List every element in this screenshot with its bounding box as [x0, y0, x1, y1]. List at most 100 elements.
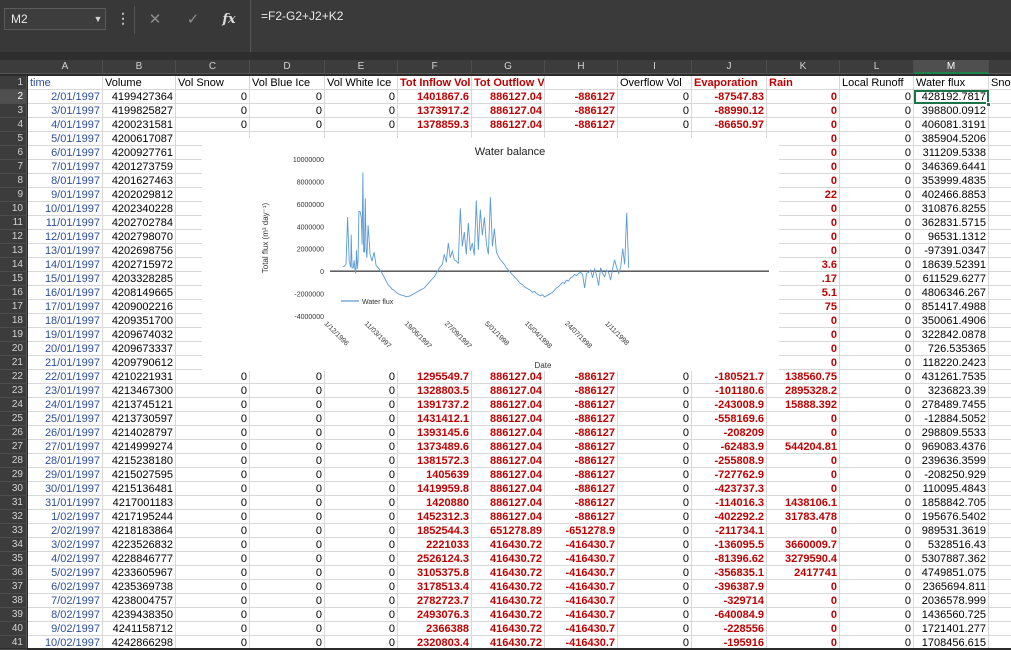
- table-cell[interactable]: 0: [250, 580, 325, 594]
- table-cell[interactable]: 138560.75: [767, 370, 840, 384]
- table-cell[interactable]: -114016.3: [692, 496, 767, 510]
- table-cell[interactable]: 5/02/1997: [28, 566, 103, 580]
- row-header-25[interactable]: 25: [0, 412, 27, 426]
- table-cell[interactable]: 13/01/1997: [28, 244, 103, 258]
- table-cell[interactable]: 27/01/1997: [28, 440, 103, 454]
- table-cell[interactable]: 0: [840, 398, 914, 412]
- table-cell[interactable]: 0: [618, 440, 692, 454]
- column-header-I[interactable]: I: [618, 60, 692, 74]
- table-cell[interactable]: 4202715972: [103, 258, 176, 272]
- table-cell[interactable]: -228556: [692, 622, 767, 636]
- table-cell[interactable]: 0: [176, 496, 250, 510]
- table-cell[interactable]: 0: [176, 370, 250, 384]
- table-cell[interactable]: 4215238180: [103, 454, 176, 468]
- table-cell[interactable]: 0: [618, 398, 692, 412]
- table-cell[interactable]: 0: [325, 384, 398, 398]
- table-cell[interactable]: 0: [176, 580, 250, 594]
- table-cell[interactable]: 1393145.6: [398, 426, 472, 440]
- table-cell[interactable]: 4217195244: [103, 510, 176, 524]
- table-cell[interactable]: 0: [250, 538, 325, 552]
- table-cell[interactable]: 851417.4988: [914, 300, 989, 314]
- table-cell[interactable]: 322842.0878: [914, 328, 989, 342]
- table-cell[interactable]: -727762.9: [692, 468, 767, 482]
- table-cell[interactable]: 0: [840, 482, 914, 496]
- column-title[interactable]: Sno: [989, 76, 1011, 90]
- table-cell[interactable]: -558169.6: [692, 412, 767, 426]
- table-cell[interactable]: 0: [250, 608, 325, 622]
- table-cell[interactable]: 1401867.6: [398, 90, 472, 104]
- table-cell[interactable]: 0: [176, 440, 250, 454]
- table-cell[interactable]: 1419959.8: [398, 482, 472, 496]
- row-header-9[interactable]: 9: [0, 188, 27, 202]
- table-cell[interactable]: 4217001183: [103, 496, 176, 510]
- table-cell[interactable]: 1373917.2: [398, 104, 472, 118]
- table-cell[interactable]: 0: [618, 636, 692, 648]
- table-cell[interactable]: 6/02/1997: [28, 580, 103, 594]
- table-cell[interactable]: 0: [250, 118, 325, 132]
- table-cell[interactable]: 0: [767, 104, 840, 118]
- table-cell[interactable]: 1452312.3: [398, 510, 472, 524]
- fill-handle[interactable]: [986, 102, 991, 107]
- table-cell[interactable]: 0: [840, 160, 914, 174]
- table-cell[interactable]: 17/01/1997: [28, 300, 103, 314]
- table-cell[interactable]: 18639.52391: [914, 258, 989, 272]
- table-cell[interactable]: 0: [618, 566, 692, 580]
- table-cell[interactable]: 0: [618, 594, 692, 608]
- fx-icon[interactable]: fx: [217, 9, 241, 31]
- table-cell[interactable]: 0: [840, 132, 914, 146]
- table-cell[interactable]: -886127: [545, 384, 618, 398]
- table-cell[interactable]: 4202702784: [103, 216, 176, 230]
- table-cell[interactable]: -396387.9: [692, 580, 767, 594]
- table-cell[interactable]: 4238004757: [103, 594, 176, 608]
- table-cell[interactable]: 23/01/1997: [28, 384, 103, 398]
- table-cell[interactable]: 0: [840, 510, 914, 524]
- table-cell[interactable]: -416430.7: [545, 552, 618, 566]
- row-header-29[interactable]: 29: [0, 468, 27, 482]
- table-cell[interactable]: 0: [618, 510, 692, 524]
- table-cell[interactable]: 0: [840, 566, 914, 580]
- table-cell[interactable]: 12/01/1997: [28, 230, 103, 244]
- check-icon[interactable]: ✓: [181, 9, 205, 31]
- table-cell[interactable]: -416430.7: [545, 580, 618, 594]
- table-cell[interactable]: 24/01/1997: [28, 398, 103, 412]
- table-cell[interactable]: 0: [840, 580, 914, 594]
- table-cell[interactable]: 31/01/1997: [28, 496, 103, 510]
- table-cell[interactable]: 4202798070: [103, 230, 176, 244]
- table-cell[interactable]: 5328516.43: [914, 538, 989, 552]
- table-cell[interactable]: 0: [767, 608, 840, 622]
- table-cell[interactable]: 0: [618, 524, 692, 538]
- table-cell[interactable]: 0: [767, 482, 840, 496]
- row-header-3[interactable]: 3: [0, 104, 27, 118]
- table-cell[interactable]: 0: [250, 384, 325, 398]
- table-cell[interactable]: 4199825827: [103, 104, 176, 118]
- row-header-1[interactable]: 1: [0, 76, 27, 90]
- table-cell[interactable]: 431261.7535: [914, 370, 989, 384]
- column-title[interactable]: Local Runoff: [840, 76, 914, 90]
- table-cell[interactable]: 0: [176, 524, 250, 538]
- table-cell[interactable]: -886127: [545, 90, 618, 104]
- table-cell[interactable]: 350061.4906: [914, 314, 989, 328]
- table-cell[interactable]: 4223526832: [103, 538, 176, 552]
- row-header-38[interactable]: 38: [0, 594, 27, 608]
- table-cell[interactable]: 611529.6277: [914, 272, 989, 286]
- column-title[interactable]: Water flux: [914, 76, 989, 90]
- column-header-next[interactable]: [989, 60, 1011, 74]
- table-cell[interactable]: 1391737.2: [398, 398, 472, 412]
- water-balance-chart[interactable]: Water balance Total flux (m³ day⁻¹) Date…: [202, 138, 779, 371]
- table-cell[interactable]: 4209790612: [103, 356, 176, 370]
- table-cell[interactable]: 385904.5206: [914, 132, 989, 146]
- column-header-L[interactable]: L: [840, 60, 914, 74]
- table-cell[interactable]: 3660009.7: [767, 538, 840, 552]
- table-cell[interactable]: 0: [176, 90, 250, 104]
- table-cell[interactable]: -195916: [692, 636, 767, 648]
- table-cell[interactable]: 26/01/1997: [28, 426, 103, 440]
- table-cell[interactable]: 0: [325, 90, 398, 104]
- table-cell[interactable]: 4199427364: [103, 90, 176, 104]
- row-header-14[interactable]: 14: [0, 258, 27, 272]
- row-header-23[interactable]: 23: [0, 384, 27, 398]
- table-cell[interactable]: -416430.7: [545, 636, 618, 648]
- table-cell[interactable]: 4749851.075: [914, 566, 989, 580]
- table-cell[interactable]: 416430.72: [472, 580, 545, 594]
- table-cell[interactable]: 0: [325, 118, 398, 132]
- row-header-32[interactable]: 32: [0, 510, 27, 524]
